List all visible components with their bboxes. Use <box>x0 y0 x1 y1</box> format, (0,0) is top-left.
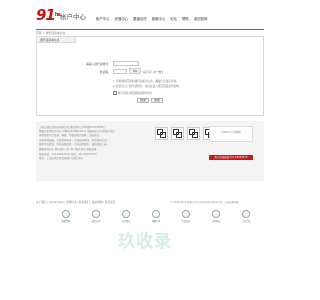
site-title: 帐户中心 <box>60 13 86 21</box>
trust-badge[interactable]: CNNIC 可信网站 <box>209 126 253 142</box>
tab-account-info[interactable]: 通行证基本信息 <box>37 37 76 43</box>
nav-item-support[interactable]: 客服中心 <box>152 16 166 22</box>
note-2: 2. 如您忘记了帐号或密码，请点此进入找回页面进行操作。 <box>113 85 182 88</box>
seal-civil[interactable]: 文明网站 <box>206 210 226 224</box>
submit-button[interactable]: 提交 <box>137 98 149 103</box>
nav-item-home[interactable]: 返回官网 <box>194 16 208 22</box>
badge-icon <box>152 210 160 218</box>
nav-item-recharge[interactable]: 充值中心 <box>115 16 129 22</box>
captcha-image[interactable]: 8G <box>129 68 141 74</box>
header-divider <box>36 29 264 30</box>
logo[interactable]: 91ha <box>36 8 61 23</box>
account-label: 请输入通行证帐号： <box>85 62 111 66</box>
badge-icon <box>212 210 220 218</box>
header: 91ha 帐户中心 帐户中心 充值中心 渠道合作 客服中心 论坛 帮助 返回官网 <box>0 0 300 30</box>
seal-label: 上海工商 <box>241 220 251 223</box>
breadcrumb: 首页 > 通行证基本信息 <box>36 31 66 35</box>
seal-report[interactable]: 不良信息 <box>176 210 196 224</box>
seal-commerce[interactable]: 上海工商 <box>236 210 256 224</box>
badge-icon <box>92 210 100 218</box>
badge-icon <box>62 210 70 218</box>
certification-seals: 网络警察 诚信认证 可信网站 网络110 不良信息 文明网站 上海工商 <box>36 206 264 228</box>
seal-police[interactable]: 网络警察 <box>56 210 76 224</box>
nav-item-account-center[interactable]: 帐户中心 <box>96 16 110 22</box>
watermark: 玖收录 <box>118 232 172 252</box>
terms-checkbox[interactable] <box>113 91 117 95</box>
qr-code-icon <box>155 127 168 140</box>
seal-integrity[interactable]: 诚信认证 <box>86 210 106 224</box>
seal-label: 文明网站 <box>211 220 221 223</box>
nav-item-help[interactable]: 帮助 <box>182 16 189 22</box>
account-panel: 通行证基本信息 请输入通行证帐号： 验证码： 8G 看不清？换个数字 1. 请准… <box>36 36 264 116</box>
nav-item-partners[interactable]: 渠道合作 <box>133 16 147 22</box>
badge-icon <box>182 210 190 218</box>
captcha-input[interactable] <box>113 69 127 74</box>
seal-label: 网络警察 <box>61 220 71 223</box>
seal-label: 可信网站 <box>121 220 131 223</box>
footer-line: 地址：上海市徐汇区虹桥路1号港汇中心 <box>39 157 84 160</box>
main-nav: 帐户中心 充值中心 渠道合作 客服中心 论坛 帮助 返回官网 <box>96 16 207 22</box>
seal-label: 不良信息 <box>181 220 191 223</box>
seal-label: 诚信认证 <box>91 220 101 223</box>
terms-checkbox-row[interactable]: 我已阅读并同意相关服务条款 <box>113 91 152 95</box>
footer-links[interactable]: 关于我们 | About Spes | 招聘信息 | 联系我们 | 站点地图 |… <box>36 200 115 204</box>
footer-line[interactable]: 健康游戏忠告 家长监护工程 用户服务协议 隐私政策 <box>39 147 96 151</box>
captcha-label: 验证码： <box>99 70 111 74</box>
nav-item-forum[interactable]: 论坛 <box>170 16 177 22</box>
copyright: © 2003-2012 Spes.com All Rights Reserved… <box>170 201 239 204</box>
account-input[interactable] <box>113 61 139 66</box>
reset-button[interactable]: 重置 <box>151 98 163 103</box>
note-1: 1. 请准确填写您的通行证帐号信息，确保信息真实有效。 <box>113 80 179 83</box>
footer-line: 未经授权禁止转载、摘编、复制或建立镜像，违者必究。 <box>39 134 102 137</box>
seal-label: 网络110 <box>151 220 161 223</box>
seal-110[interactable]: 网络110 <box>146 210 166 224</box>
hotline-banner: 用户咨询热线 021-62063078 <box>209 155 253 160</box>
terms-label: 我已阅读并同意相关服务条款 <box>118 92 152 95</box>
captcha-refresh-link[interactable]: 看不清？换个数字 <box>143 70 164 74</box>
qr-code-icon <box>171 127 184 140</box>
footer-line: 抵制不良游戏，拒绝盗版游戏，注意自我保护，谨防受骗上当。 <box>39 143 110 146</box>
seal-trusted[interactable]: 可信网站 <box>116 210 136 224</box>
qr-code-icon <box>187 127 200 140</box>
badge-icon <box>122 210 130 218</box>
badge-icon <box>242 210 250 218</box>
